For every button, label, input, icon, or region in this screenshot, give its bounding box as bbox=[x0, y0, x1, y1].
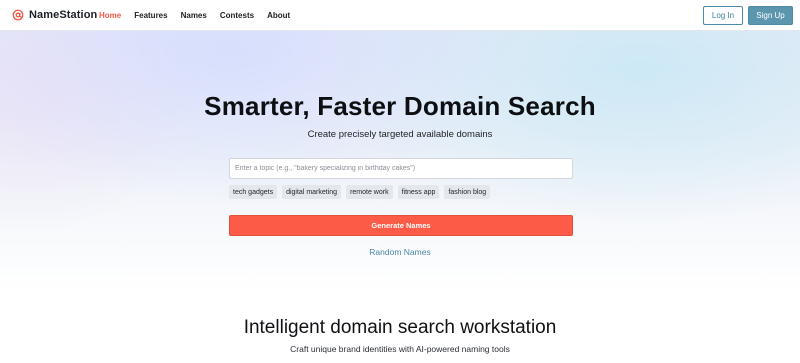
suggestion-chip-remote-work[interactable]: remote work bbox=[346, 185, 393, 199]
suggestion-chip-fashion-blog[interactable]: fashion blog bbox=[444, 185, 491, 199]
hero-title: Smarter, Faster Domain Search bbox=[204, 91, 596, 121]
suggestion-chip-digital-marketing[interactable]: digital marketing bbox=[282, 185, 342, 199]
login-button[interactable]: Log In bbox=[703, 6, 743, 25]
section-subtitle: Craft unique brand identities with AI-po… bbox=[290, 344, 510, 354]
topic-search-input[interactable] bbox=[229, 158, 573, 179]
brand-logo[interactable]: NameStation bbox=[12, 9, 97, 21]
main-nav: Home Features Names Contests About bbox=[99, 11, 290, 20]
random-names-link[interactable]: Random Names bbox=[0, 247, 800, 257]
brand-name: NameStation bbox=[29, 9, 98, 21]
section-title: Intelligent domain search workstation bbox=[243, 317, 557, 338]
hero-section: Smarter, Faster Domain Search Create pre… bbox=[0, 31, 800, 291]
hero-subtitle: Create precisely targeted available doma… bbox=[307, 129, 493, 140]
signup-button[interactable]: Sign Up bbox=[748, 6, 793, 25]
top-navbar: NameStation Home Features Names Contests… bbox=[0, 0, 800, 31]
nav-features-link[interactable]: Features bbox=[134, 11, 167, 20]
at-sign-icon bbox=[12, 9, 24, 21]
nav-names-link[interactable]: Names bbox=[181, 11, 207, 20]
nav-contests-link[interactable]: Contests bbox=[220, 11, 254, 20]
suggestion-chip-fitness-app[interactable]: fitness app bbox=[397, 185, 440, 199]
suggestion-chip-tech-gadgets[interactable]: tech gadgets bbox=[229, 185, 278, 199]
nav-home-link[interactable]: Home bbox=[99, 11, 121, 20]
nav-about-link[interactable]: About bbox=[267, 11, 290, 20]
generate-names-button[interactable]: Generate Names bbox=[229, 215, 573, 236]
suggestion-chips: tech gadgets digital marketing remote wo… bbox=[229, 185, 491, 199]
